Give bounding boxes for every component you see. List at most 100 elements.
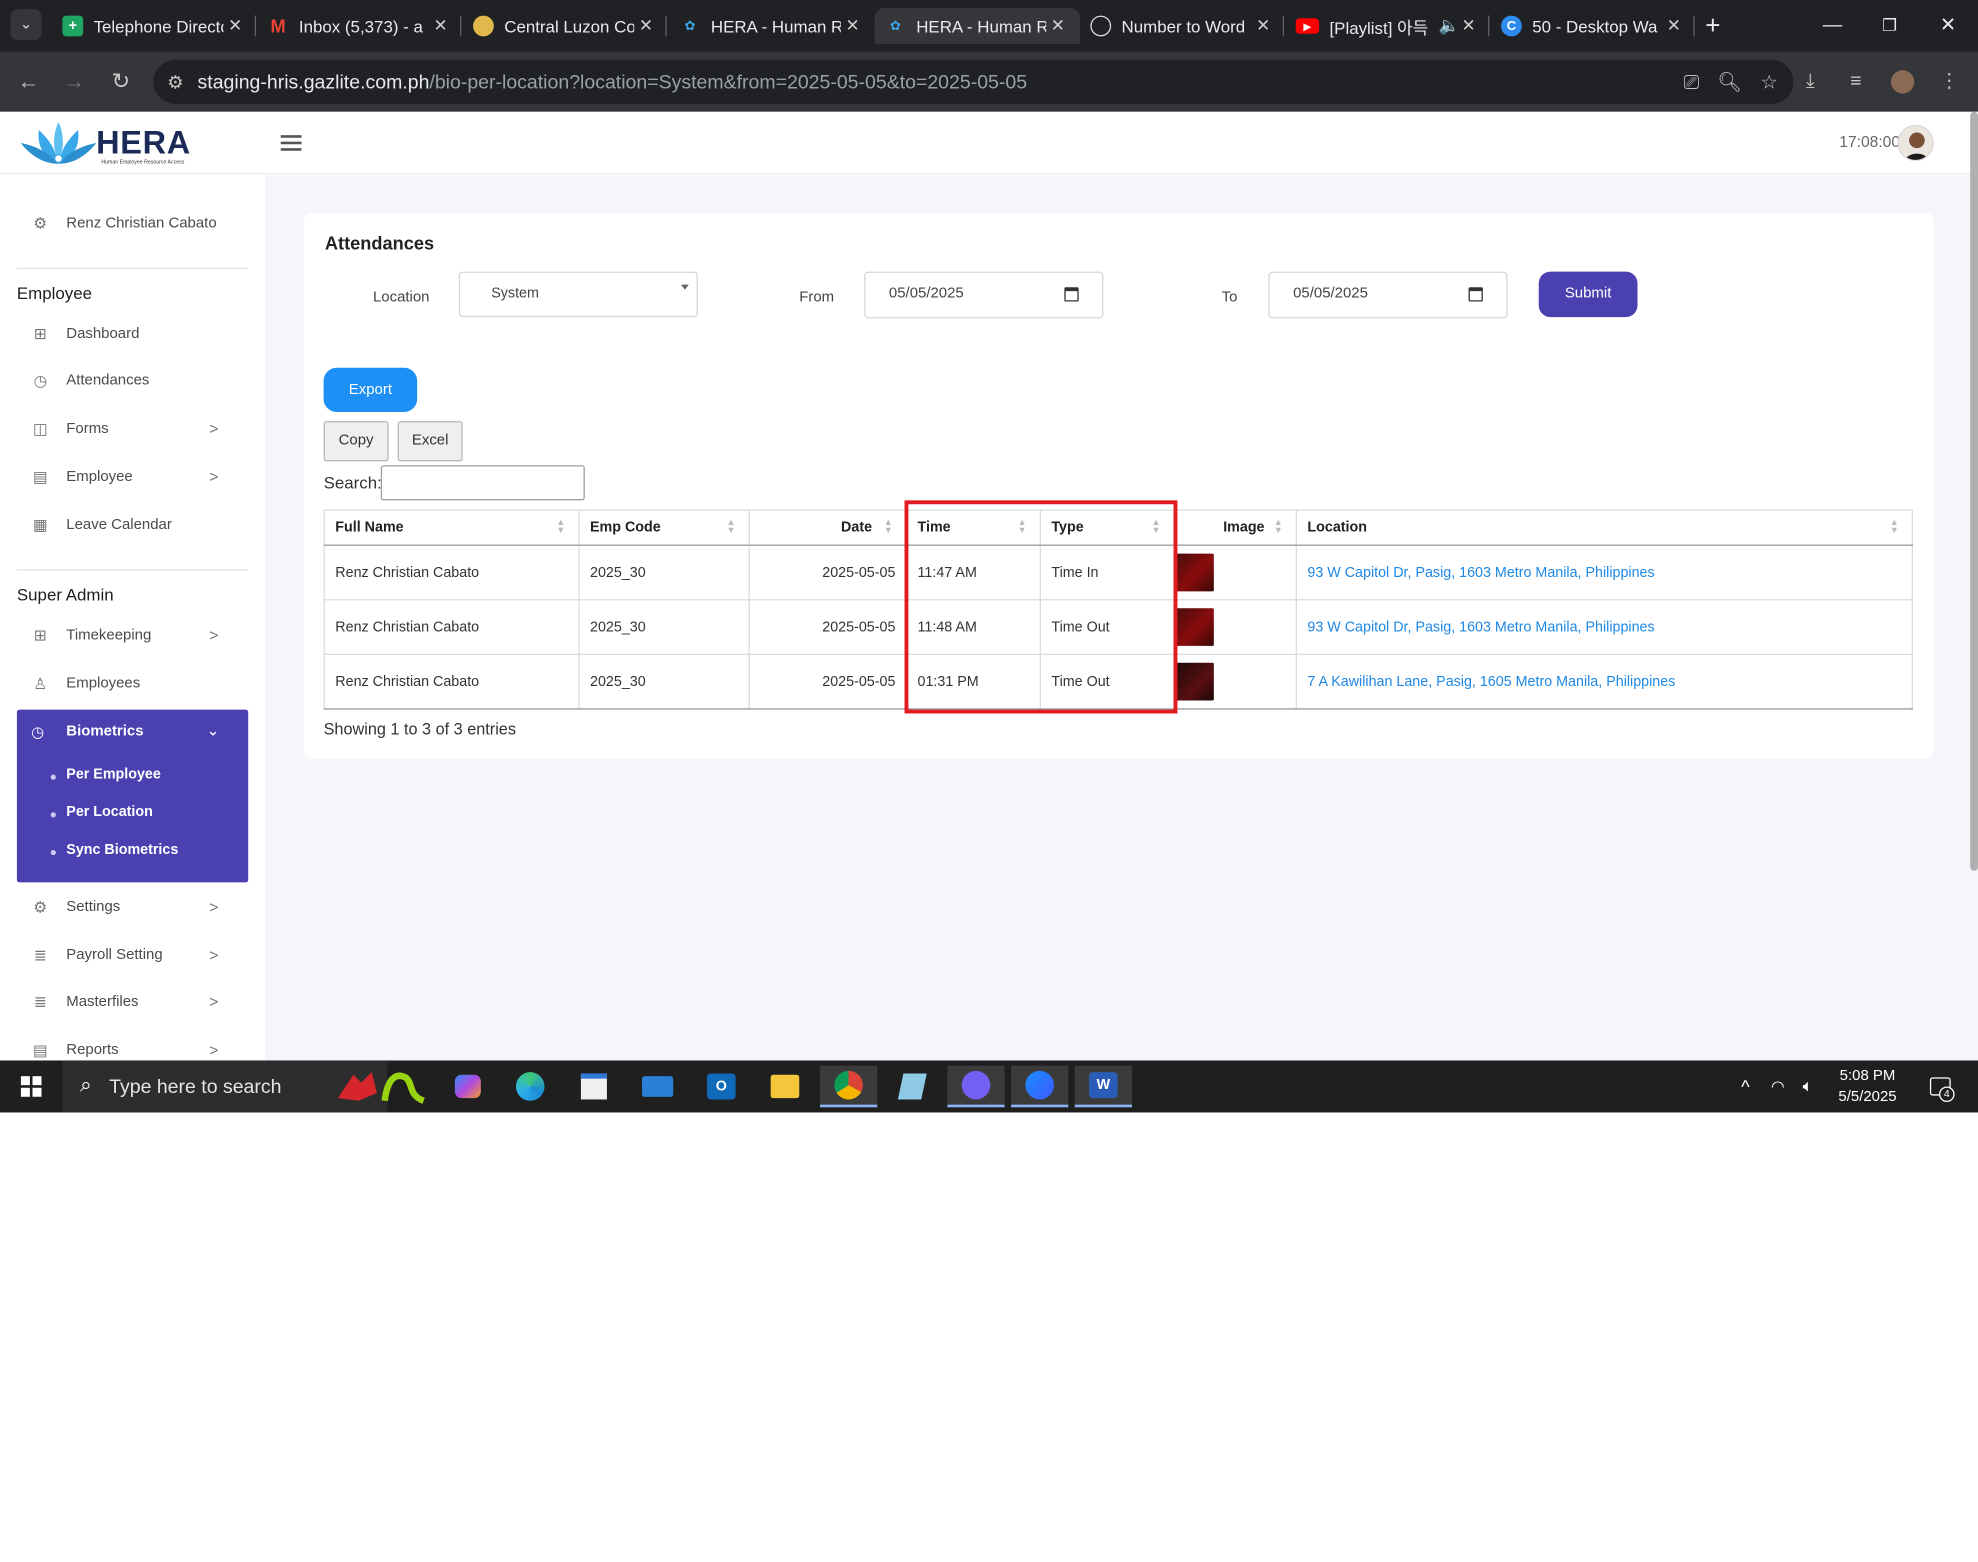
wifi-icon[interactable]: ◠ [1762,1066,1793,1108]
close-icon[interactable]: ✕ [1046,16,1069,37]
zoom-icon[interactable]: 🔍︎ [1717,70,1742,93]
close-icon[interactable]: ✕ [1662,16,1685,37]
edge-icon[interactable] [502,1066,559,1108]
sidebar-item-dashboard[interactable]: ⊞ Dashboard [31,320,226,349]
excel-button[interactable]: Excel [397,421,463,462]
browser-tab-active[interactable]: ✿ HERA - Human R ✕ [874,7,1080,45]
messenger-icon[interactable] [1011,1065,1069,1108]
location-link[interactable]: 7 A Kawilihan Lane, Pasig, 1605 Metro Ma… [1307,674,1675,690]
news-widget-icon[interactable] [330,1066,434,1108]
mail-icon[interactable] [629,1066,686,1108]
export-button[interactable]: Export [323,367,418,412]
close-icon[interactable]: ✕ [429,16,452,37]
hera-logo[interactable]: HERA Human Employee Resource Access [18,120,191,167]
sidebar-item-biometrics[interactable]: ◷ Biometrics ⌄ Per Employee Per Location… [16,709,249,883]
browser-tab[interactable]: M Inbox (5,373) - a ✕ [257,8,462,44]
sidebar-subitem-per-employee[interactable]: Per Employee [50,767,161,782]
copy-button[interactable]: Copy [323,421,389,462]
notepad-icon[interactable] [884,1066,941,1108]
browser-tab[interactable]: ✿ HERA - Human R ✕ [669,8,874,44]
chrome-icon[interactable] [820,1065,878,1108]
store-icon[interactable] [565,1066,622,1108]
browser-tab[interactable]: C 50 - Desktop Wa ✕ [1491,8,1696,44]
column-header-full-name[interactable]: Full Name ▲ ▼ [323,509,580,546]
browser-tab[interactable]: Number to Word ✕ [1080,8,1285,44]
close-icon[interactable]: ✕ [634,16,657,37]
sort-icon: ▲ ▼ [556,518,566,536]
back-icon[interactable]: ← [13,66,44,97]
file-explorer-icon[interactable] [756,1066,813,1108]
sidebar-subitem-per-location[interactable]: Per Location [50,804,153,820]
page-scrollbar[interactable] [1970,111,1978,871]
location-select[interactable]: System [458,271,698,318]
location-link[interactable]: 93 W Capitol Dr, Pasig, 1603 Metro Manil… [1307,565,1654,581]
column-header-emp-code[interactable]: Emp Code ▲ ▼ [578,509,750,546]
attendance-photo-thumbnail[interactable] [1176,553,1214,592]
menu-toggle-icon[interactable] [280,133,302,154]
column-header-date[interactable]: Date ▲ ▼ [748,509,908,546]
cell-emp-code: 2025_30 [578,545,750,601]
sidebar-subitem-sync-biometrics[interactable]: Sync Biometrics [50,842,178,858]
location-link[interactable]: 93 W Capitol Dr, Pasig, 1603 Metro Manil… [1307,619,1654,635]
sidebar-item-masterfiles[interactable]: ≣ Masterfiles > [31,988,226,1017]
column-header-type[interactable]: Type ▲ ▼ [1039,509,1175,546]
column-header-time[interactable]: Time ▲ ▼ [905,509,1041,546]
sidebar-item-employees[interactable]: ♙ Employees [31,669,226,698]
sidebar-item-employee[interactable]: ▤ Employee > [31,463,226,492]
sidebar-item-attendances[interactable]: ◷ Attendances [31,366,226,395]
browser-tab[interactable]: ▶ [Playlist] 아득 🔈 ✕ [1285,8,1490,44]
sidebar-item-reports[interactable]: ▤ Reports > [31,1036,226,1061]
tab-search-icon[interactable]: ⌄ [10,9,42,41]
browser-tab[interactable]: + Telephone Directo ✕ [52,8,257,44]
windows-start-icon[interactable] [3,1066,60,1108]
sidebar-item-settings[interactable]: ⚙ Settings > [31,893,226,922]
sidebar-item-leave-calendar[interactable]: ▦ Leave Calendar [31,511,226,540]
calendar-icon[interactable] [1064,287,1079,302]
sidebar-item-payroll-setting[interactable]: ≣ Payroll Setting > [31,941,226,970]
column-header-image[interactable]: Image ▲ ▼ [1173,509,1298,546]
close-icon[interactable]: ✕ [1252,16,1275,37]
copilot-icon[interactable] [439,1066,496,1108]
search-input[interactable] [380,465,585,501]
sidebar-item-forms[interactable]: ◫ Forms > [31,415,226,444]
calendar-icon: ▦ [32,515,48,535]
profile-avatar-icon[interactable] [1887,66,1918,97]
close-icon[interactable]: ✕ [841,16,864,37]
column-header-location[interactable]: Location ▲ ▼ [1295,509,1914,546]
close-icon[interactable]: ✕ [224,16,247,37]
restore-icon[interactable]: ❐ [1874,10,1905,41]
submit-button[interactable]: Submit [1538,271,1638,318]
outlook-icon[interactable]: O [693,1066,750,1108]
media-control-icon[interactable]: ≡ [1840,66,1871,97]
browser-tab[interactable]: Central Luzon Co ✕ [463,8,668,44]
download-icon[interactable]: ⤓ [1795,66,1826,97]
sidebar-user[interactable]: ⚙ Renz Christian Cabato [31,209,226,238]
attendance-photo-thumbnail[interactable] [1176,608,1214,646]
bookmark-star-icon[interactable]: ☆ [1760,70,1777,93]
window-close-icon[interactable]: ✕ [1933,10,1964,41]
sort-icon: ▲ ▼ [1151,518,1161,536]
browser-menu-icon[interactable]: ⋮ [1934,66,1965,97]
cell-location: 93 W Capitol Dr, Pasig, 1603 Metro Manil… [1295,599,1914,655]
notification-icon[interactable]: 4 [1918,1066,1962,1108]
speaker-icon[interactable]: 🔈 [1439,16,1460,37]
forward-icon[interactable]: → [58,66,89,97]
taskbar-clock[interactable]: 5:08 PM 5/5/2025 [1813,1066,1922,1108]
viber-icon[interactable] [947,1065,1005,1108]
url-field[interactable]: ⚙ staging-hris.gazlite.com.ph/bio-per-lo… [153,59,1794,104]
sidebar-item-timekeeping[interactable]: ⊞ Timekeeping > [31,621,226,650]
close-icon[interactable]: ✕ [1457,16,1480,37]
minimize-icon[interactable]: — [1817,10,1848,41]
user-avatar[interactable] [1897,124,1934,162]
site-info-icon[interactable]: ⚙ [153,71,197,93]
reload-icon[interactable]: ↻ [105,66,136,97]
install-app-icon[interactable]: ⎚ [1684,71,1700,93]
to-date-input[interactable]: 05/05/2025 [1268,271,1508,319]
calendar-icon[interactable] [1468,287,1483,302]
from-date-input[interactable]: 05/05/2025 [864,271,1104,319]
chevron-up-icon[interactable]: ^ [1728,1066,1762,1108]
word-icon[interactable]: W [1074,1065,1132,1108]
tab-title: [Playlist] 아득 [1329,17,1429,38]
attendance-photo-thumbnail[interactable] [1176,662,1214,701]
new-tab-icon[interactable]: + [1697,10,1728,41]
